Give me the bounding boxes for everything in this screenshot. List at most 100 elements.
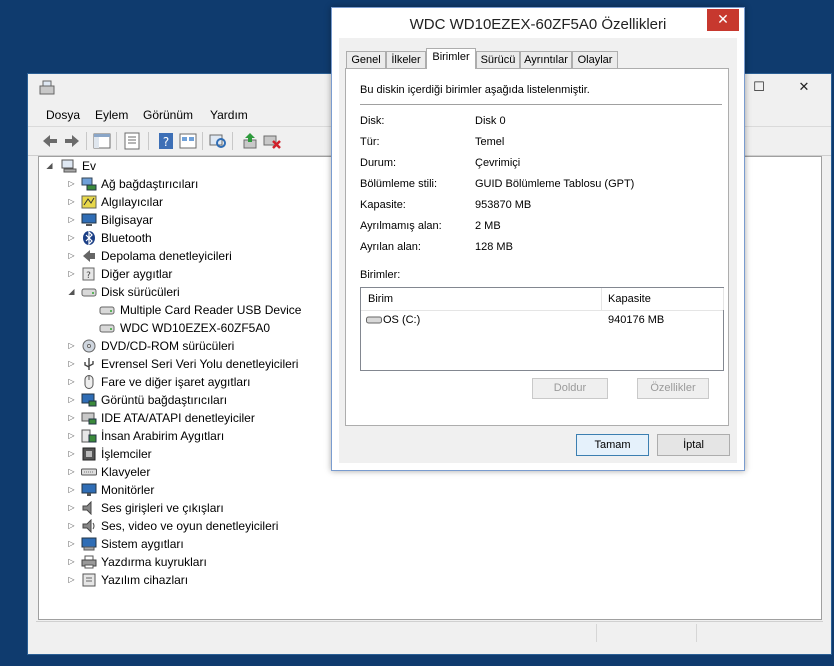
category-label: Disk sürücüleri bbox=[101, 285, 180, 299]
properties-icon[interactable] bbox=[122, 131, 142, 151]
volumes-list[interactable]: Birim Kapasite OS (C:) 940176 MB bbox=[360, 287, 724, 371]
collapsed-arrow-icon[interactable]: ▷ bbox=[67, 337, 76, 355]
scan-hardware-icon[interactable] bbox=[208, 131, 228, 151]
column-header-volume[interactable]: Birim bbox=[368, 288, 393, 310]
tab-volumes[interactable]: Birimler bbox=[426, 48, 476, 69]
computer-icon bbox=[61, 159, 77, 173]
monitor-icon bbox=[81, 483, 97, 496]
close-button[interactable]: ✕ bbox=[781, 76, 827, 98]
collapsed-arrow-icon[interactable]: ▷ bbox=[67, 211, 76, 229]
disk-drive-icon bbox=[81, 288, 97, 297]
category-label: Evrensel Seri Veri Yolu denetleyicileri bbox=[101, 357, 299, 371]
update-driver-icon[interactable] bbox=[240, 131, 260, 151]
show-hide-tree-icon[interactable] bbox=[92, 131, 112, 151]
expanded-arrow-icon[interactable]: ◢ bbox=[67, 283, 76, 301]
toolbar-separator bbox=[116, 132, 117, 150]
collapsed-arrow-icon[interactable]: ▷ bbox=[67, 571, 76, 589]
property-value-reserved: 128 MB bbox=[475, 241, 513, 253]
collapsed-arrow-icon[interactable]: ▷ bbox=[67, 355, 76, 373]
software-device-icon bbox=[82, 573, 96, 587]
tab-general[interactable]: Genel bbox=[346, 51, 386, 68]
category-label: İnsan Arabirim Aygıtları bbox=[101, 429, 225, 443]
collapsed-arrow-icon[interactable]: ▷ bbox=[67, 553, 76, 571]
category-label: Ses, video ve oyun denetleyicileri bbox=[101, 519, 279, 533]
view-icon[interactable] bbox=[178, 131, 198, 151]
volumes-tab-panel: Bu diskin içerdiği birimler aşağıda list… bbox=[345, 68, 729, 426]
collapsed-arrow-icon[interactable]: ▷ bbox=[67, 499, 76, 517]
tab-details[interactable]: Ayrıntılar bbox=[520, 51, 572, 68]
system-devices-icon bbox=[81, 537, 97, 551]
tree-root-label: Ev bbox=[82, 159, 97, 173]
column-separator[interactable] bbox=[601, 288, 602, 310]
separator-line bbox=[360, 104, 722, 105]
disk-drive-icon bbox=[99, 306, 115, 315]
dvd-drive-icon bbox=[82, 339, 96, 353]
category-label: Görüntü bağdaştırıcıları bbox=[101, 393, 228, 407]
device-manager-app-icon bbox=[39, 80, 55, 95]
column-separator[interactable] bbox=[723, 288, 724, 310]
volume-capacity: 940176 MB bbox=[608, 314, 665, 326]
category-label: Ses girişleri ve çıkışları bbox=[101, 501, 224, 515]
tab-events[interactable]: Olaylar bbox=[572, 51, 618, 68]
disk-properties-dialog: WDC WD10EZEX-60ZF5A0 Özellikleri ✕ Genel… bbox=[331, 7, 745, 471]
menu-file[interactable]: Dosya bbox=[46, 108, 80, 122]
forward-arrow-icon[interactable] bbox=[62, 131, 82, 151]
category-label: Fare ve diğer işaret aygıtları bbox=[101, 375, 251, 389]
dialog-body: Genel İlkeler Birimler Sürücü Ayrıntılar… bbox=[339, 38, 737, 463]
ide-controller-icon bbox=[81, 412, 97, 425]
dialog-close-button[interactable]: ✕ bbox=[707, 9, 739, 31]
drive-icon bbox=[366, 316, 382, 324]
collapsed-arrow-icon[interactable]: ▷ bbox=[67, 445, 76, 463]
menu-view[interactable]: Görünüm bbox=[143, 108, 193, 122]
collapsed-arrow-icon[interactable]: ▷ bbox=[67, 265, 76, 283]
toolbar-separator bbox=[148, 132, 149, 150]
category-label: Bluetooth bbox=[101, 231, 152, 245]
property-value-status: Çevrimiçi bbox=[475, 157, 521, 169]
status-cell bbox=[596, 624, 697, 642]
populate-button[interactable]: Doldur bbox=[532, 378, 608, 399]
volumes-list-header: Birim Kapasite bbox=[361, 288, 724, 311]
menu-help[interactable]: Yardım bbox=[210, 108, 248, 122]
usb-icon bbox=[84, 358, 94, 370]
processor-icon bbox=[82, 447, 96, 461]
device-label: Multiple Card Reader USB Device bbox=[120, 303, 302, 317]
category-label: Yazılım cihazları bbox=[101, 573, 189, 587]
collapsed-arrow-icon[interactable]: ▷ bbox=[67, 535, 76, 553]
menu-action[interactable]: Eylem bbox=[95, 108, 128, 122]
collapsed-arrow-icon[interactable]: ▷ bbox=[67, 229, 76, 247]
category-label: Klavyeler bbox=[101, 465, 151, 479]
collapsed-arrow-icon[interactable]: ▷ bbox=[67, 481, 76, 499]
collapsed-arrow-icon[interactable]: ▷ bbox=[67, 193, 76, 211]
collapsed-arrow-icon[interactable]: ▷ bbox=[67, 373, 76, 391]
property-value-capacity: 953870 MB bbox=[475, 199, 532, 211]
cancel-button[interactable]: İptal bbox=[657, 434, 730, 456]
ok-button[interactable]: Tamam bbox=[576, 434, 649, 456]
collapsed-arrow-icon[interactable]: ▷ bbox=[67, 391, 76, 409]
collapsed-arrow-icon[interactable]: ▷ bbox=[67, 517, 76, 535]
table-row[interactable]: OS (C:) 940176 MB bbox=[361, 310, 723, 330]
toolbar-separator bbox=[232, 132, 233, 150]
status-bar bbox=[36, 621, 823, 644]
category-label: DVD/CD-ROM sürücüleri bbox=[101, 339, 235, 353]
category-label: Depolama denetleyicileri bbox=[101, 249, 232, 263]
category-label: Monitörler bbox=[101, 483, 155, 497]
volume-properties-button[interactable]: Özellikler bbox=[637, 378, 709, 399]
collapsed-arrow-icon[interactable]: ▷ bbox=[67, 427, 76, 445]
collapsed-arrow-icon[interactable]: ▷ bbox=[67, 175, 76, 193]
collapsed-arrow-icon[interactable]: ▷ bbox=[67, 463, 76, 481]
help-icon[interactable]: ? bbox=[156, 131, 176, 151]
tab-policies[interactable]: İlkeler bbox=[386, 51, 426, 68]
category-label: Diğer aygıtlar bbox=[101, 267, 173, 281]
maximize-button[interactable]: ☐ bbox=[739, 76, 779, 98]
collapsed-arrow-icon[interactable]: ▷ bbox=[67, 247, 76, 265]
expanded-arrow-icon[interactable]: ◢ bbox=[45, 157, 54, 175]
property-value-unallocated: 2 MB bbox=[475, 220, 501, 232]
other-devices-icon: ? bbox=[82, 267, 95, 281]
tab-driver[interactable]: Sürücü bbox=[476, 51, 520, 68]
column-header-capacity[interactable]: Kapasite bbox=[608, 288, 651, 310]
uninstall-icon[interactable] bbox=[262, 131, 282, 151]
dialog-title: WDC WD10EZEX-60ZF5A0 Özellikleri bbox=[409, 16, 667, 33]
collapsed-arrow-icon[interactable]: ▷ bbox=[67, 409, 76, 427]
volumes-label: Birimler: bbox=[360, 269, 401, 281]
back-arrow-icon[interactable] bbox=[40, 131, 60, 151]
